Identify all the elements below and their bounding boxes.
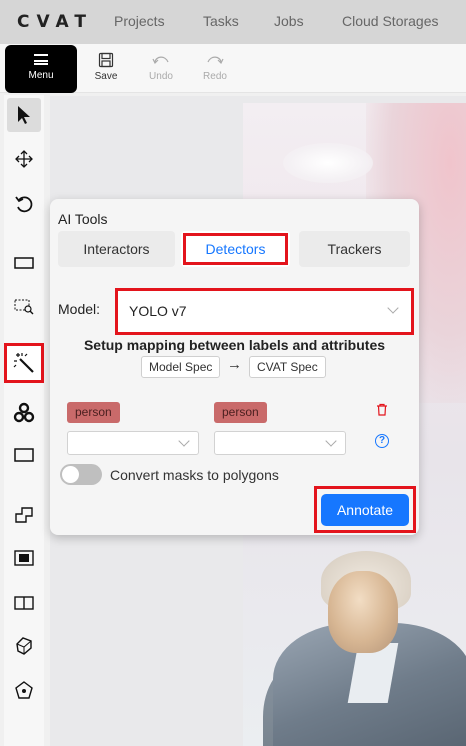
save-label: Save: [94, 71, 118, 82]
redo-button[interactable]: Redo: [195, 52, 235, 82]
magic-wand-icon: [13, 353, 34, 373]
ellipse-icon: [16, 637, 32, 655]
rectangle-tool[interactable]: [7, 438, 41, 472]
polyline-tool[interactable]: [7, 541, 41, 575]
zoom-region-icon: [14, 299, 34, 315]
cvat-spec-label: CVAT Spec: [249, 356, 326, 378]
chevron-down-icon: [387, 302, 399, 314]
nav-tasks[interactable]: Tasks: [203, 13, 239, 29]
menu-label: Menu: [28, 70, 54, 81]
trash-icon: [377, 403, 387, 416]
tab-trackers[interactable]: Trackers: [299, 231, 410, 267]
cvat-label-tag: person: [214, 402, 267, 423]
convert-masks-label: Convert masks to polygons: [110, 467, 279, 483]
cvat-logo[interactable]: CVAT: [17, 12, 93, 32]
arrow-right-icon: →: [227, 356, 242, 373]
model-label: Model:: [58, 301, 101, 317]
mask-tool[interactable]: [7, 673, 41, 707]
delete-mapping-button[interactable]: [376, 403, 388, 421]
model-value: YOLO v7: [129, 303, 187, 319]
cvat-label-select[interactable]: [214, 431, 346, 455]
ai-tools-panel: AI Tools Interactors Detectors Trackers …: [50, 199, 419, 535]
annotate-highlight: Annotate: [314, 486, 416, 533]
model-spec-label: Model Spec: [141, 356, 221, 378]
top-navigation-bar: CVAT Projects Tasks Jobs Cloud Storages: [0, 0, 466, 44]
rectangle-icon: [14, 448, 34, 462]
tab-label: Detectors: [205, 241, 266, 257]
annotation-toolbar: Menu Save Undo Redo: [0, 44, 466, 93]
nav-cloud-storages[interactable]: Cloud Storages: [342, 13, 439, 29]
model-label-select[interactable]: [67, 431, 199, 455]
chevron-down-icon: [178, 435, 190, 447]
move-icon: [15, 150, 33, 168]
chevron-down-icon: [325, 435, 337, 447]
help-icon[interactable]: ?: [375, 434, 389, 448]
hamburger-icon: [34, 54, 48, 65]
menu-button[interactable]: Menu: [5, 45, 77, 93]
panel-title: AI Tools: [58, 211, 108, 227]
toggle-knob: [62, 466, 79, 483]
ai-tools-tool[interactable]: [4, 343, 44, 383]
points-icon: [14, 596, 34, 610]
points-tool[interactable]: [7, 586, 41, 620]
rotate-icon: [15, 196, 33, 213]
save-button[interactable]: Save: [86, 52, 126, 82]
polyline-icon: [14, 550, 34, 566]
mask-icon: [15, 681, 33, 699]
move-tool[interactable]: [7, 142, 41, 176]
save-icon: [98, 52, 114, 68]
annotate-button[interactable]: Annotate: [321, 494, 409, 526]
convert-masks-toggle[interactable]: [60, 464, 102, 485]
nav-projects[interactable]: Projects: [114, 13, 165, 29]
tab-label: Trackers: [327, 241, 382, 257]
tab-label: Interactors: [83, 241, 150, 257]
polygon-tool[interactable]: [7, 498, 41, 532]
undo-button[interactable]: Undo: [141, 52, 181, 82]
redo-icon: [207, 56, 224, 65]
ellipse-tool[interactable]: [7, 629, 41, 663]
tab-detectors[interactable]: Detectors: [181, 231, 290, 267]
opencv-tool[interactable]: [7, 396, 41, 430]
opencv-icon: [13, 402, 35, 423]
tab-interactors[interactable]: Interactors: [58, 231, 175, 267]
rotate-tool[interactable]: [7, 187, 41, 221]
redo-label: Redo: [203, 71, 227, 82]
model-label-tag: person: [67, 402, 120, 423]
fit-image-icon: [14, 257, 34, 269]
zoom-region-tool[interactable]: [7, 290, 41, 324]
polygon-icon: [15, 507, 33, 523]
nav-jobs[interactable]: Jobs: [274, 13, 304, 29]
cursor-icon: [18, 106, 30, 124]
mapping-title: Setup mapping between labels and attribu…: [83, 337, 386, 353]
model-select[interactable]: YOLO v7: [115, 288, 414, 335]
undo-icon: [152, 56, 169, 65]
tools-sidebar: [4, 95, 44, 746]
cursor-tool[interactable]: [7, 98, 41, 132]
fit-image-tool[interactable]: [7, 246, 41, 280]
undo-label: Undo: [149, 71, 173, 82]
